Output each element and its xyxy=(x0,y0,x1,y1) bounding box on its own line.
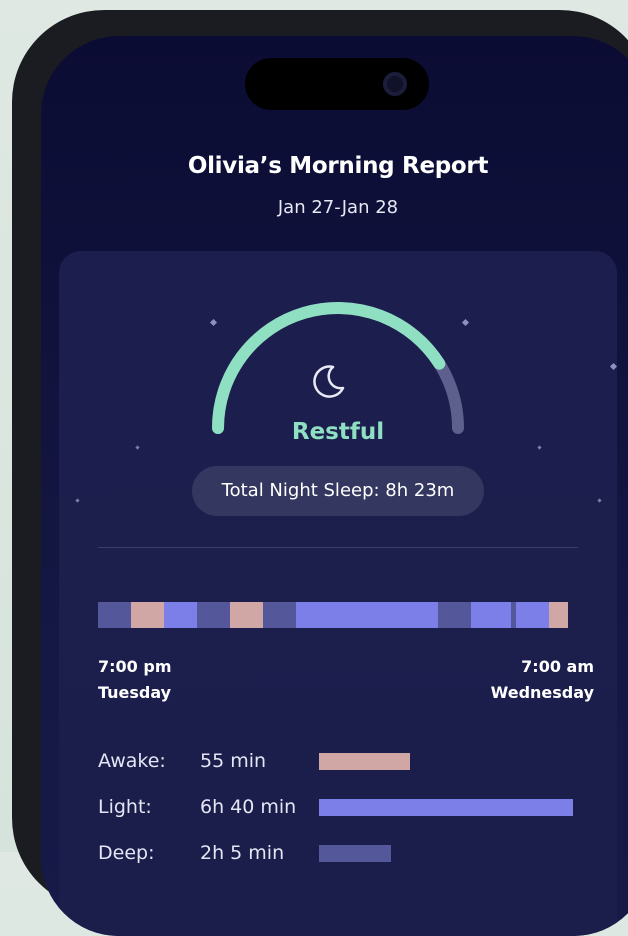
sleep-quality-label: Restful xyxy=(291,419,385,445)
timeline-segment-awake xyxy=(131,602,165,628)
stage-name: Light: xyxy=(98,796,152,818)
timeline-segment-deep xyxy=(197,602,231,628)
stage-name: Awake: xyxy=(98,750,166,772)
camera-icon xyxy=(383,72,407,96)
phone-frame: Olivia’s Morning Report Jan 27-Jan 28 Re… xyxy=(12,10,628,936)
timeline-segment-light xyxy=(470,602,511,628)
timeline-segment-deep xyxy=(98,602,132,628)
end-day: Wednesday xyxy=(490,683,594,702)
stage-bar xyxy=(319,845,392,862)
moon-icon xyxy=(313,365,345,398)
dynamic-island xyxy=(245,58,429,110)
stage-name: Deep: xyxy=(98,842,155,864)
stage-duration: 55 min xyxy=(200,750,267,772)
start-time: 7:00 pm xyxy=(98,657,172,676)
stage-row-awake: Awake: 55 min xyxy=(98,746,618,776)
stage-row-light: Light: 6h 40 min xyxy=(98,792,618,822)
total-sleep-badge: Total Night Sleep: 8h 23m xyxy=(192,466,484,516)
start-day: Tuesday xyxy=(98,683,172,702)
timeline-start: 7:00 pm Tuesday xyxy=(98,654,172,706)
stage-bar xyxy=(319,799,573,816)
timeline-segment-deep xyxy=(437,602,471,628)
end-time: 7:00 am xyxy=(521,657,594,676)
timeline-segment-awake xyxy=(548,602,568,628)
timeline-segment-light xyxy=(296,602,438,628)
timeline-segment-deep xyxy=(263,602,297,628)
app-screen: Olivia’s Morning Report Jan 27-Jan 28 Re… xyxy=(41,36,628,936)
timeline-segment-light xyxy=(164,602,198,628)
stage-duration: 6h 40 min xyxy=(200,796,297,818)
stage-row-deep: Deep: 2h 5 min xyxy=(98,838,618,868)
stage-duration: 2h 5 min xyxy=(200,842,285,864)
timeline-segment-awake xyxy=(230,602,264,628)
sleep-stage-timeline xyxy=(98,602,570,628)
timeline-segment-light xyxy=(515,602,549,628)
stage-bar xyxy=(319,753,411,770)
page-title: Olivia’s Morning Report xyxy=(187,153,489,179)
date-range: Jan 27-Jan 28 xyxy=(277,197,399,218)
timeline-end: 7:00 am Wednesday xyxy=(491,654,594,706)
divider xyxy=(98,547,578,548)
